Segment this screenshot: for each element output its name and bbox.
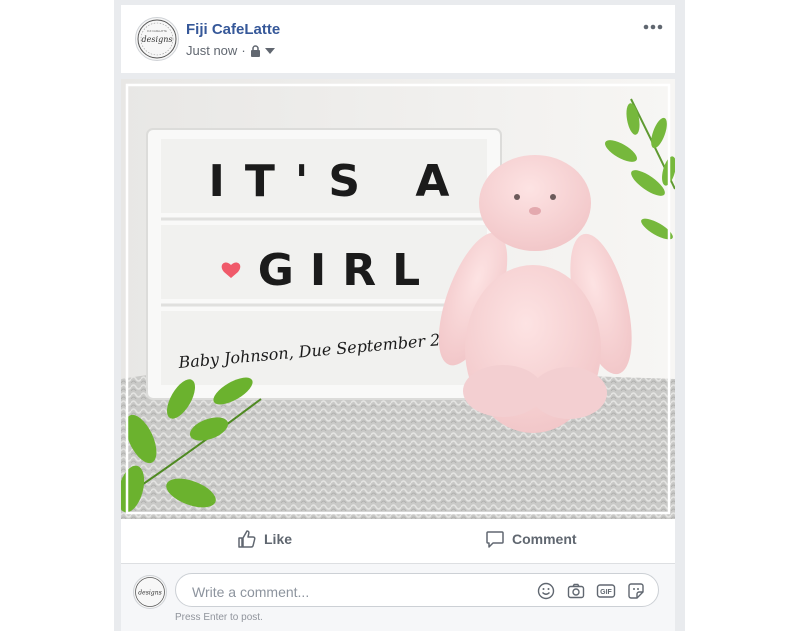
page-avatar[interactable]: designs FIJI CAFELATTE	[135, 17, 179, 61]
lightbox-line-2: GIRL	[258, 245, 436, 296]
press-enter-hint: Press Enter to post.	[175, 612, 263, 623]
comment-button[interactable]: Comment	[485, 529, 577, 549]
comment-composer: designs GIF Press Enter to post.	[121, 564, 675, 631]
more-dots-icon[interactable]	[641, 19, 665, 35]
commenter-avatar: designs	[133, 575, 167, 609]
comment-input[interactable]	[190, 581, 524, 603]
gif-icon[interactable]: GIF	[596, 581, 616, 601]
like-button[interactable]: Like	[237, 529, 292, 549]
comment-bubble-icon	[485, 529, 505, 549]
emoji-icon[interactable]	[536, 581, 556, 601]
comment-label: Comment	[512, 531, 577, 547]
post-timestamp[interactable]: Just now	[186, 43, 237, 58]
announcement-image: IT'S A GIRL Baby Johnson, Due September …	[121, 79, 675, 519]
lock-icon	[250, 44, 261, 57]
svg-text:designs: designs	[142, 35, 173, 44]
svg-text:FIJI CAFELATTE: FIJI CAFELATTE	[147, 29, 167, 33]
post-actions: Like Comment	[121, 519, 675, 564]
lightbox-line-1: IT'S A	[209, 156, 470, 207]
svg-text:GIF: GIF	[600, 589, 612, 596]
thumbs-up-icon	[237, 529, 257, 549]
meta-separator: ·	[241, 43, 246, 58]
page-name-link[interactable]: Fiji CafeLatte	[186, 21, 280, 38]
camera-icon[interactable]	[566, 581, 586, 601]
designs-logo: designs FIJI CAFELATTE	[137, 19, 177, 59]
post-card: designs FIJI CAFELATTE Fiji CafeLatte Ju…	[121, 5, 675, 631]
sticker-icon[interactable]	[626, 581, 646, 601]
caret-down-icon[interactable]	[264, 47, 275, 55]
designs-logo: designs	[135, 577, 165, 607]
post-meta: Just now ·	[186, 43, 275, 58]
comment-box: GIF	[175, 573, 659, 607]
post-header: designs FIJI CAFELATTE Fiji CafeLatte Ju…	[121, 5, 675, 73]
post-photo[interactable]: IT'S A GIRL Baby Johnson, Due September …	[121, 79, 675, 519]
like-label: Like	[264, 531, 293, 547]
svg-text:designs: designs	[138, 589, 161, 596]
